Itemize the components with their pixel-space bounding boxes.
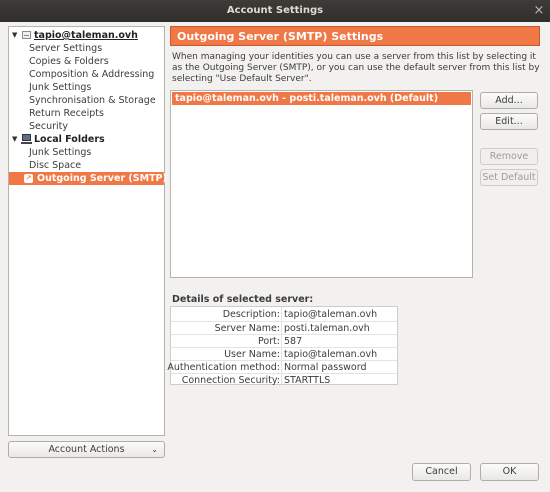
tree-item-sync-storage[interactable]: Synchronisation & Storage [9,94,164,107]
tree-item-account[interactable]: ▼ tapio@taleman.ovh [9,29,164,42]
detail-row-auth-method: Authentication method: Normal password [167,360,397,373]
ok-button[interactable]: OK [480,463,539,481]
detail-row-connection-security: Connection Security: STARTTLS [171,373,397,386]
detail-label: Description: [222,309,280,320]
chevron-down-icon[interactable]: ▼ [12,29,17,42]
close-icon[interactable]: × [532,4,546,18]
tree-item-local-junk[interactable]: Junk Settings [9,146,164,159]
outgoing-mail-icon: ↗ [24,174,33,183]
server-details: Description: tapio@taleman.ovh Server Na… [167,306,398,386]
account-tree[interactable]: ▼ tapio@taleman.ovh Server Settings Copi… [8,26,167,436]
page-title: Outgoing Server (SMTP) Settings [170,26,540,46]
account-actions-button[interactable]: Account Actions ⌄ [8,441,165,458]
remove-button[interactable]: Remove [480,148,538,165]
tree-item-security[interactable]: Security [9,120,164,133]
edit-button[interactable]: Edit... [480,113,538,130]
smtp-server-list[interactable]: tapio@taleman.ovh - posti.taleman.ovh (D… [170,90,473,278]
smtp-description: When managing your identities you can us… [172,52,540,84]
window-title: Account Settings [226,5,324,16]
tree-item-outgoing-label: Outgoing Server (SMTP) [37,173,167,184]
tree-item-account-label: tapio@taleman.ovh [34,30,138,41]
chevron-down-icon: ⌄ [151,445,158,454]
tree-item-local-folders[interactable]: ▼ Local Folders [9,133,164,146]
account-icon [22,31,31,39]
computer-icon [21,134,32,144]
detail-value: tapio@taleman.ovh [284,309,378,320]
details-title: Details of selected server: [172,294,314,305]
tree-item-server-settings[interactable]: Server Settings [9,42,164,55]
detail-row-description: Description: tapio@taleman.ovh [171,308,397,321]
account-actions-label: Account Actions [48,444,125,455]
window-titlebar: Account Settings × [0,0,550,22]
tree-item-junk-settings[interactable]: Junk Settings [9,81,164,94]
tree-item-composition[interactable]: Composition & Addressing [9,68,164,81]
tree-item-local-label: Local Folders [34,134,105,145]
chevron-down-icon[interactable]: ▼ [12,133,17,146]
tree-item-disc-space[interactable]: Disc Space [9,159,164,172]
detail-label: Connection Security: [181,375,280,386]
cancel-button[interactable]: Cancel [412,463,471,481]
server-list-item[interactable]: tapio@taleman.ovh - posti.taleman.ovh (D… [172,92,471,105]
tree-item-return-receipts[interactable]: Return Receipts [9,107,164,120]
detail-value: STARTTLS [284,375,331,386]
detail-row-server-name: Server Name: posti.taleman.ovh [171,321,397,334]
add-button[interactable]: Add... [480,92,538,109]
tree-item-copies-folders[interactable]: Copies & Folders [9,55,164,68]
tree-item-outgoing-server[interactable]: ↗ Outgoing Server (SMTP) [9,172,167,185]
set-default-button[interactable]: Set Default [480,169,538,186]
detail-row-port: Port: 587 [171,334,397,347]
detail-row-user-name: User Name: tapio@taleman.ovh [171,347,397,360]
